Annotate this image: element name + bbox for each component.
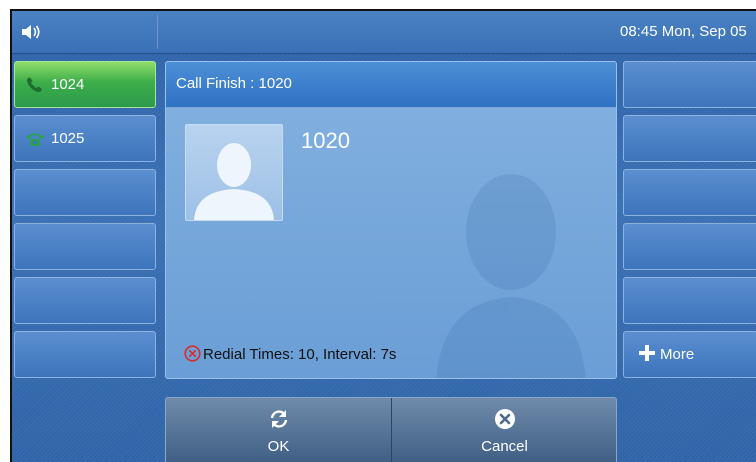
redial-text: Redial Times: 10, Interval: 7s <box>203 346 397 363</box>
close-circle-icon <box>495 409 515 429</box>
dialog-title: Call Finish : 1020 <box>176 75 292 92</box>
more-button[interactable]: More <box>623 331 756 378</box>
side-key-empty-5[interactable] <box>623 277 756 324</box>
phone-classic-icon <box>26 133 44 146</box>
background-silhouette <box>436 174 586 378</box>
line-key-empty-5[interactable] <box>14 277 156 324</box>
line-key-1024[interactable]: 1024 <box>14 61 156 108</box>
line-key-label: 1024 <box>51 76 85 93</box>
line-key-label: 1025 <box>51 130 85 147</box>
line-key-empty-4[interactable] <box>14 223 156 270</box>
side-key-empty-3[interactable] <box>623 169 756 216</box>
side-key-empty-1[interactable] <box>623 61 756 108</box>
caller-number: 1020 <box>301 128 350 153</box>
line-key-empty-3[interactable] <box>14 169 156 216</box>
more-label: More <box>660 346 695 363</box>
cancel-button[interactable]: Cancel <box>392 398 616 462</box>
phone-handset-icon <box>27 77 42 92</box>
dialog-header: Call Finish : 1020 <box>166 62 616 108</box>
speaker-icon[interactable] <box>20 23 42 41</box>
redial-status: Redial Times: 10, Interval: 7s <box>184 345 396 363</box>
contact-avatar-icon <box>185 124 283 221</box>
refresh-icon <box>270 410 288 428</box>
ok-button[interactable]: OK <box>166 398 391 462</box>
line-key-1025[interactable]: 1025 <box>14 115 156 162</box>
side-key-empty-4[interactable] <box>623 223 756 270</box>
red-cancel-circle-icon <box>184 345 201 362</box>
status-bar-divider <box>157 15 158 49</box>
call-finish-dialog: Call Finish : 1020 1020 Redial Times: 10… <box>165 61 617 379</box>
plus-icon <box>639 345 655 361</box>
side-key-empty-2[interactable] <box>623 115 756 162</box>
line-key-empty-6[interactable] <box>14 331 156 378</box>
date-time: 08:45 Mon, Sep 05 <box>620 23 747 40</box>
cancel-label: Cancel <box>481 438 528 455</box>
status-bar: 08:45 Mon, Sep 05 <box>12 11 756 54</box>
softkey-bar: OK Cancel <box>165 397 617 462</box>
phone-screen: 08:45 Mon, Sep 05 1024 1025 More Call Fi… <box>10 9 756 462</box>
ok-label: OK <box>267 438 290 455</box>
